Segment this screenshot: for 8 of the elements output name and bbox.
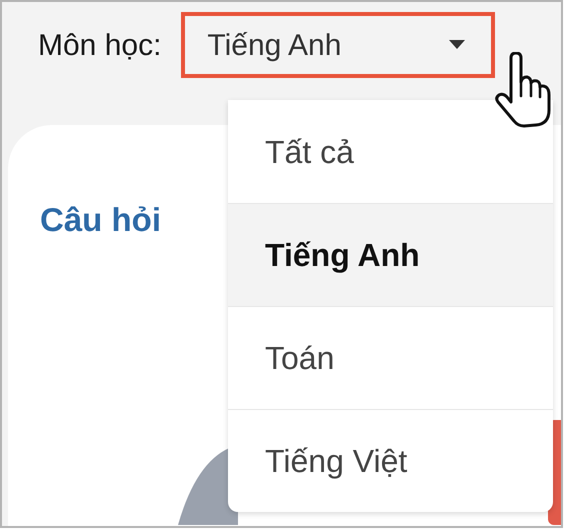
- dropdown-option[interactable]: Toán: [228, 306, 553, 409]
- caret-icon: [449, 40, 466, 50]
- dropdown-option[interactable]: Tất cả: [228, 100, 553, 203]
- card-title: Câu hỏi: [40, 201, 161, 238]
- subject-label: Môn học:: [38, 28, 162, 64]
- subject-select[interactable]: Tiếng Anh: [181, 12, 496, 78]
- dropdown-option[interactable]: Tiếng Anh: [228, 203, 553, 306]
- dropdown-option[interactable]: Tiếng Việt: [228, 409, 553, 512]
